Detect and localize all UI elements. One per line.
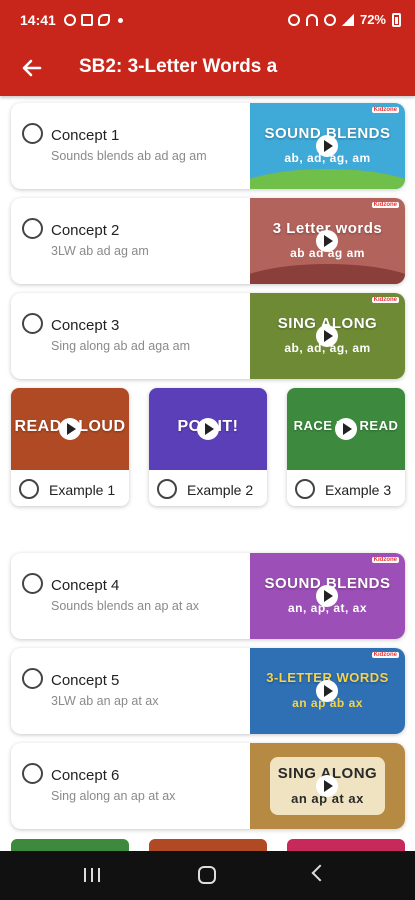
example-card-1[interactable]: READ ALOUD Example 1 (11, 388, 129, 506)
brand-logo: Kidzone (371, 557, 399, 563)
brand-logo: Kidzone (371, 652, 399, 658)
arrow-left-icon[interactable] (18, 54, 46, 82)
radio-unchecked-icon[interactable] (19, 479, 39, 499)
brand-logo: Kidzone (371, 297, 399, 303)
play-icon[interactable] (335, 418, 357, 440)
play-icon[interactable] (316, 325, 338, 347)
play-icon[interactable] (197, 418, 219, 440)
play-icon[interactable] (316, 775, 338, 797)
concept-card-2[interactable]: Concept 2 3LW ab ad ag am Kidzone 3 Lett… (11, 198, 405, 284)
next-card-peek (11, 839, 129, 851)
status-right: 72% (287, 12, 401, 27)
page-title: SB2: 3-Letter Words a (79, 56, 278, 77)
example-label: Example 1 (49, 482, 116, 498)
brand-logo: Kidzone (371, 202, 399, 208)
concept-subtitle: Sing along ab ad aga am (51, 339, 190, 353)
concept-title: Concept 5 (51, 672, 120, 689)
whatsapp-icon (64, 14, 76, 26)
battery-icon (392, 12, 401, 27)
play-icon[interactable] (316, 135, 338, 157)
concept-thumbnail[interactable]: Kidzone 3 Letter words ab ad ag am (250, 198, 405, 284)
concept-card-3[interactable]: Concept 3 Sing along ab ad aga am Kidzon… (11, 293, 405, 379)
home-icon[interactable] (198, 866, 216, 884)
more-notifications-dot-icon (118, 17, 123, 23)
status-time: 14:41 (20, 12, 56, 28)
concept-subtitle: Sounds blends an ap at ax (51, 599, 200, 613)
example-card-3[interactable]: RACE TO READ Example 3 (287, 388, 405, 506)
wifi-calling-icon (323, 13, 336, 26)
wifi-icon (305, 13, 318, 26)
next-card-peek (287, 839, 405, 851)
signal-icon (341, 13, 354, 26)
concept-thumbnail[interactable]: Kidzone SOUND BLENDS an, ap, at, ax (250, 553, 405, 639)
hill-decoration (250, 169, 405, 189)
example-card-2[interactable]: POP IT! Example 2 (149, 388, 267, 506)
status-bar: 14:41 72% (0, 0, 415, 40)
example-thumbnail[interactable]: POP IT! (149, 388, 267, 470)
link-icon (98, 14, 110, 26)
concept-thumbnail[interactable]: Kidzone 3-LETTER WORDS an ap ab ax (250, 648, 405, 734)
back-icon[interactable] (311, 864, 329, 882)
radio-unchecked-icon[interactable] (22, 668, 43, 689)
radio-unchecked-icon[interactable] (157, 479, 177, 499)
concept-card-5[interactable]: Concept 5 3LW ab an ap at ax Kidzone 3-L… (11, 648, 405, 734)
concept-title: Concept 6 (51, 767, 120, 784)
concept-card-4[interactable]: Concept 4 Sounds blends an ap at ax Kidz… (11, 553, 405, 639)
concept-subtitle: Sounds blends ab ad ag am (51, 149, 207, 163)
radio-unchecked-icon[interactable] (22, 763, 43, 784)
app-bar: SB2: 3-Letter Words a (0, 40, 415, 96)
radio-unchecked-icon[interactable] (22, 123, 43, 144)
radio-unchecked-icon[interactable] (22, 313, 43, 334)
concept-thumbnail[interactable]: Kidzone SOUND BLENDS ab, ad, ag, am (250, 103, 405, 189)
concept-title: Concept 3 (51, 317, 120, 334)
recents-icon[interactable] (84, 868, 100, 882)
radio-unchecked-icon[interactable] (295, 479, 315, 499)
gallery-icon (81, 14, 93, 26)
example-thumbnail[interactable]: READ ALOUD (11, 388, 129, 470)
concept-card-1[interactable]: Concept 1 Sounds blends ab ad ag am Kidz… (11, 103, 405, 189)
concept-title: Concept 2 (51, 222, 120, 239)
concept-subtitle: 3LW ab an ap at ax (51, 694, 159, 708)
hill-decoration (250, 264, 405, 284)
battery-percent: 72% (359, 12, 386, 27)
example-label: Example 3 (325, 482, 392, 498)
concept-card-6[interactable]: Concept 6 Sing along an ap at ax SING AL… (11, 743, 405, 829)
concept-thumbnail[interactable]: SING ALONG an ap at ax (250, 743, 405, 829)
play-icon[interactable] (316, 680, 338, 702)
brand-logo: Kidzone (371, 107, 399, 113)
radio-unchecked-icon[interactable] (22, 218, 43, 239)
notification-icons (64, 14, 123, 26)
play-icon[interactable] (316, 230, 338, 252)
alarm-icon (287, 13, 300, 26)
play-icon[interactable] (316, 585, 338, 607)
concept-subtitle: 3LW ab ad ag am (51, 244, 149, 258)
concept-title: Concept 1 (51, 127, 120, 144)
next-card-peek (149, 839, 267, 851)
concept-subtitle: Sing along an ap at ax (51, 789, 176, 803)
play-icon[interactable] (59, 418, 81, 440)
concept-thumbnail[interactable]: Kidzone SING ALONG ab, ad, ag, am (250, 293, 405, 379)
radio-unchecked-icon[interactable] (22, 573, 43, 594)
example-label: Example 2 (187, 482, 254, 498)
system-nav-bar (0, 851, 415, 900)
concept-title: Concept 4 (51, 577, 120, 594)
example-thumbnail[interactable]: RACE TO READ (287, 388, 405, 470)
